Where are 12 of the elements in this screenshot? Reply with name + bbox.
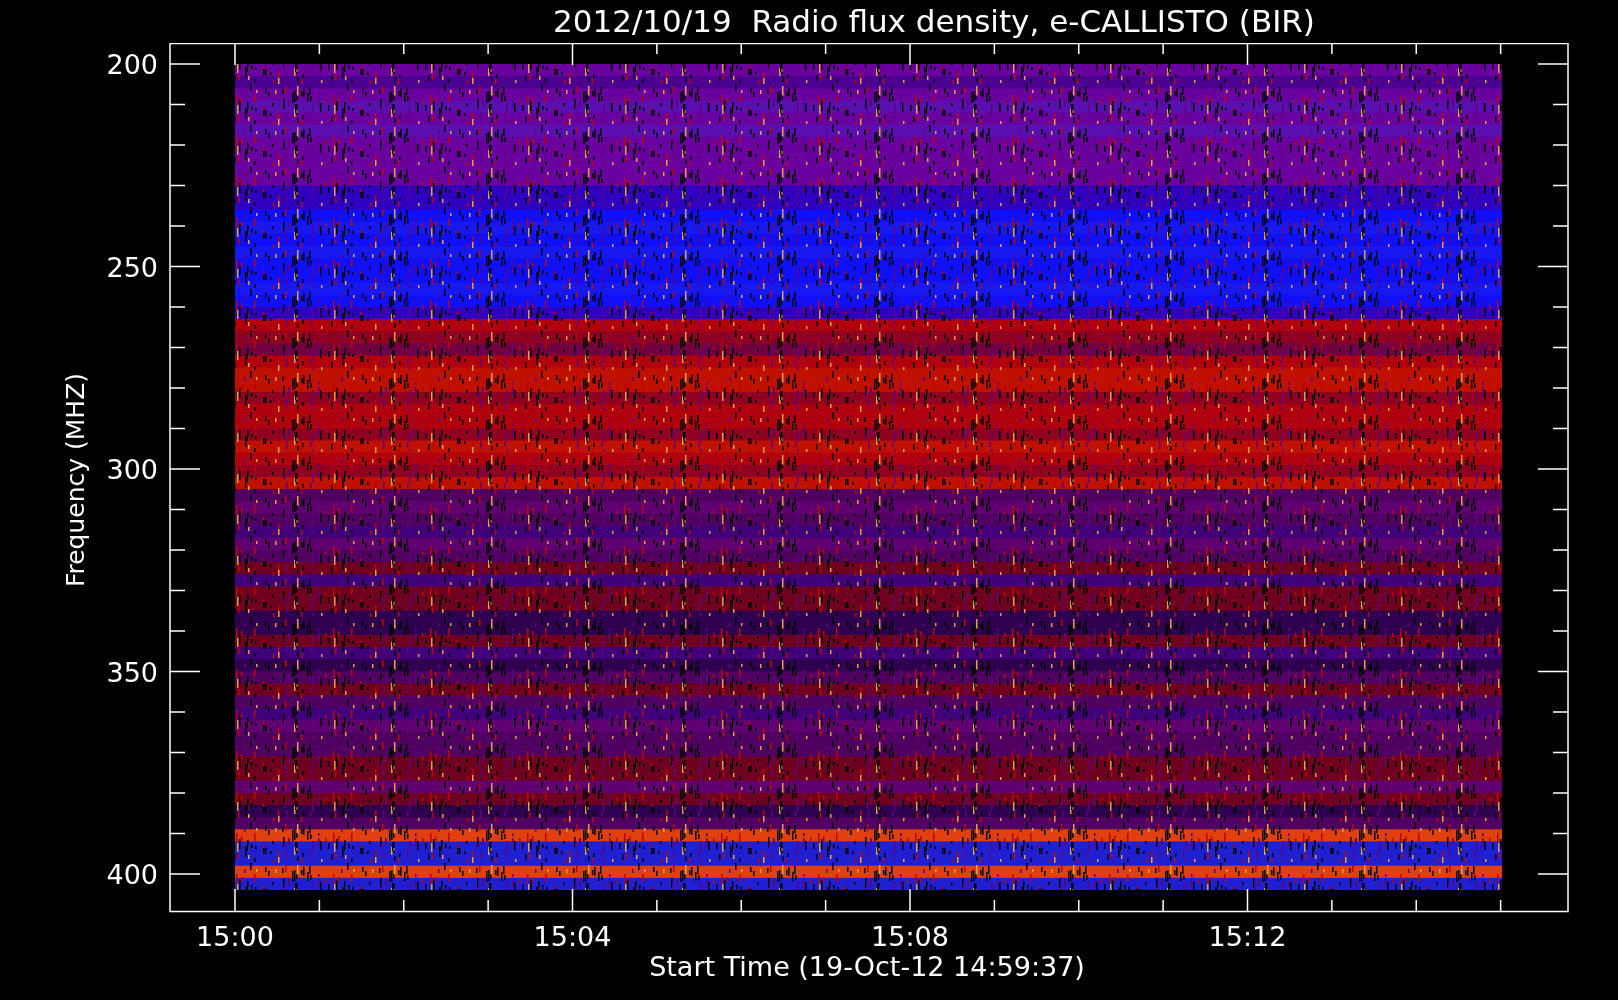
y-axis-label: Frequency (MHZ) — [61, 372, 90, 588]
y-tick-label: 400 — [106, 859, 158, 890]
x-tick-label: 15:04 — [533, 921, 612, 952]
x-tick-label: 15:00 — [196, 921, 274, 952]
y-tick-label: 250 — [106, 251, 158, 283]
x-tick-label: 15:08 — [871, 921, 949, 952]
plot-title: 2012/10/19 Radio flux density, e-CALLISTO (BIR) — [553, 6, 1315, 37]
y-tick-label: 350 — [106, 656, 158, 688]
x-axis-label: Start Time (19-Oct-12 14:59:37) — [649, 951, 1085, 982]
y-tick-label: 200 — [106, 49, 158, 80]
y-tick-label: 300 — [106, 454, 158, 485]
x-tick-label: 15:12 — [1208, 921, 1287, 952]
